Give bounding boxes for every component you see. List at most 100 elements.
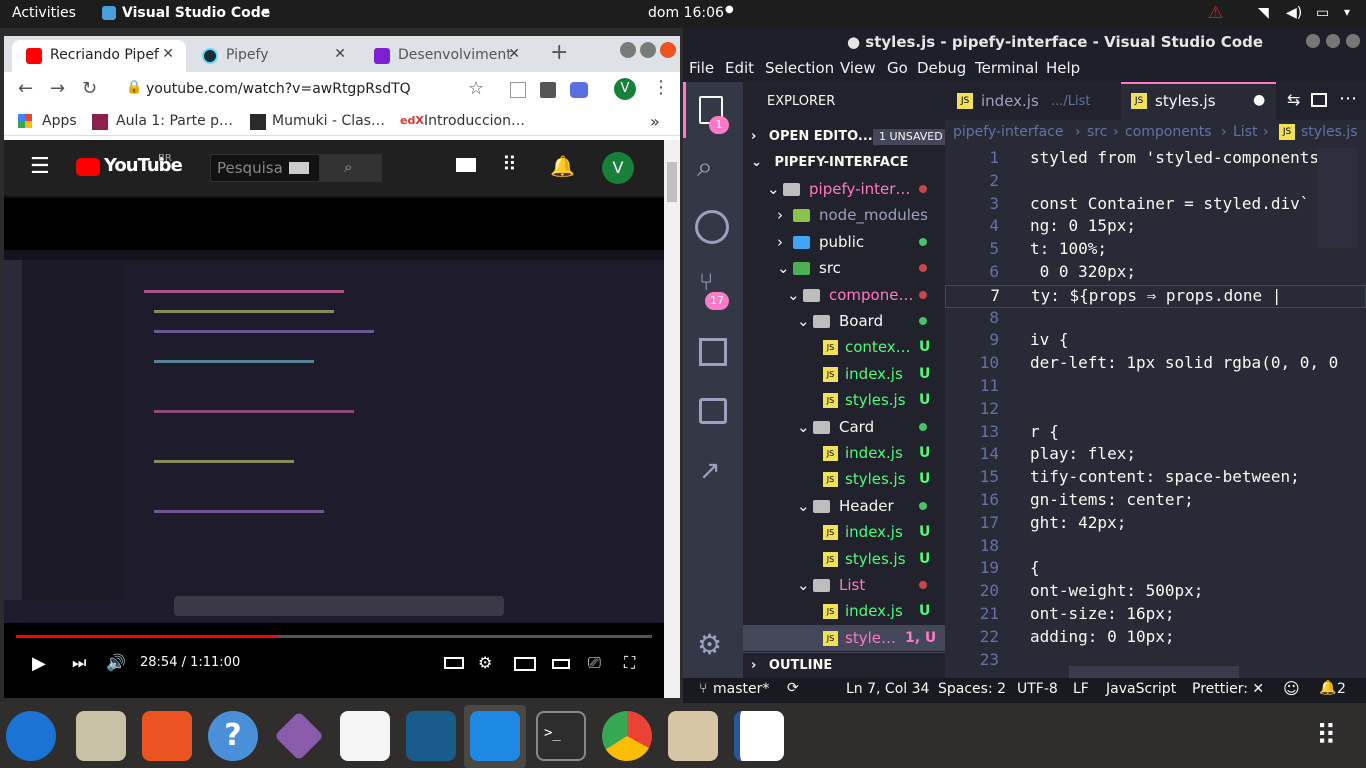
youtube-search-input[interactable]: Pesquisa <box>210 154 320 182</box>
code-line[interactable]: 1 styled from 'styled-components <box>945 148 1366 171</box>
indentation[interactable]: Spaces: 2 <box>938 681 1006 697</box>
explorer-item[interactable]: JS styles.js U <box>743 546 945 572</box>
code-line[interactable]: 4 ng: 0 15px; <box>945 216 1366 239</box>
settings-icon[interactable]: ⚙ <box>478 653 492 672</box>
more-actions-icon[interactable]: ⋯ <box>1339 88 1357 109</box>
mysql-workbench-icon[interactable] <box>406 711 456 761</box>
compare-changes-icon[interactable]: ⇆ <box>1287 90 1300 109</box>
youtube-logo-icon[interactable] <box>76 158 100 176</box>
bookmark-introduccion[interactable]: Introduccion… <box>424 113 525 129</box>
shield-extension-icon[interactable] <box>540 82 556 98</box>
code-line[interactable]: 13 r { <box>945 422 1366 445</box>
code-line[interactable]: 16 gn-items: center; <box>945 490 1366 513</box>
create-video-icon[interactable] <box>456 158 476 172</box>
chevron-down-icon[interactable]: ⌄ <box>787 282 800 308</box>
theater-mode-icon[interactable] <box>552 659 570 669</box>
zoom-extension-icon[interactable] <box>570 82 588 98</box>
chevron-down-icon[interactable]: ⌄ <box>797 493 810 519</box>
breadcrumb-item[interactable]: List <box>1233 124 1257 140</box>
split-editor-icon[interactable] <box>1311 93 1327 107</box>
new-tab-icon[interactable]: + <box>550 40 568 65</box>
explorer-item[interactable]: JS style… 1, U <box>743 624 945 651</box>
code-line[interactable]: 19 { <box>945 558 1366 581</box>
end-of-line[interactable]: LF <box>1073 681 1089 697</box>
chevron-down-icon[interactable]: ⌄ <box>777 255 790 281</box>
code-line[interactable]: 20 ont-weight: 500px; <box>945 581 1366 604</box>
code-line[interactable]: 9 iv { <box>945 330 1366 353</box>
tab-styles-js[interactable]: JS styles.js ● <box>1121 82 1276 120</box>
software-center-icon[interactable] <box>142 711 192 761</box>
menu-view[interactable]: View <box>840 59 876 77</box>
volume-icon[interactable]: 🔊 <box>106 653 126 672</box>
chrome-profile-avatar[interactable]: V <box>614 78 636 100</box>
live-share-icon[interactable]: ↗ <box>699 456 721 486</box>
explorer-item[interactable]: JS styles.js U <box>743 466 945 492</box>
clock[interactable]: dom 16:06 <box>648 5 724 21</box>
close-window-icon[interactable] <box>1346 34 1360 48</box>
language-mode[interactable]: JavaScript <box>1106 681 1176 697</box>
code-line[interactable]: 22 adding: 0 10px; <box>945 627 1366 650</box>
wifi-icon[interactable]: ◥ <box>1258 5 1269 21</box>
remote-explorer-icon[interactable] <box>699 398 727 424</box>
chevron-down-icon[interactable]: ⌄ <box>797 308 810 334</box>
notifications-bell-icon[interactable]: 🔔 <box>550 154 575 178</box>
app-menu[interactable]: Visual Studio Code <box>122 5 270 21</box>
explorer-item[interactable]: ⌄ Header <box>743 493 945 519</box>
close-icon[interactable]: ✕ <box>334 46 346 62</box>
explorer-item[interactable]: JS index.js U <box>743 598 945 624</box>
code-line[interactable]: 11 <box>945 376 1366 399</box>
code-area[interactable]: 1 styled from 'styled-components 2 3 const C… <box>945 148 1366 678</box>
explorer-item[interactable]: ⌄ Board <box>743 308 945 334</box>
chrome-tab-youtube[interactable]: Recriando Pipef ✕ <box>12 40 186 72</box>
code-line[interactable]: 15 tify-content: space-between; <box>945 467 1366 490</box>
search-icon[interactable]: ⌕ <box>697 150 713 184</box>
libreoffice-writer-icon[interactable] <box>734 711 784 761</box>
code-line[interactable]: 3 const Container = styled.div` <box>945 194 1366 217</box>
back-arrow-icon[interactable]: ← <box>18 78 33 99</box>
more-menu-icon[interactable]: ⋮ <box>652 77 670 98</box>
explorer-item[interactable]: JS styles.js U <box>743 387 945 413</box>
page-scrollbar[interactable] <box>664 140 680 698</box>
cursor-position[interactable]: Ln 7, Col 34 <box>846 681 929 697</box>
breadcrumb-item[interactable]: components <box>1125 124 1212 140</box>
close-window-icon[interactable] <box>660 42 676 58</box>
minimize-icon[interactable] <box>620 42 636 58</box>
explorer-item[interactable]: ⌄ List <box>743 572 945 598</box>
fullscreen-icon[interactable]: ⛶ <box>624 653 635 673</box>
extensions-icon[interactable] <box>699 338 727 366</box>
code-line[interactable]: 2 <box>945 171 1366 194</box>
breadcrumb-item[interactable]: styles.js <box>1301 124 1358 140</box>
text-editor-icon[interactable] <box>340 711 390 761</box>
code-line[interactable]: 5 t: 100%; <box>945 239 1366 262</box>
chrome-tab-pipefy[interactable]: Pipefy ✕ <box>188 40 358 72</box>
menu-file[interactable]: File <box>689 59 714 77</box>
feedback-smiley-icon[interactable]: ☺ <box>1283 679 1300 698</box>
code-line[interactable]: 6 0 0 320px; <box>945 262 1366 285</box>
encoding[interactable]: UTF-8 <box>1017 681 1058 697</box>
video-player[interactable]: ▶ ⏭ 🔊 28:54 / 1:11:00 ⚙ ⎚ ⛶ <box>4 198 664 698</box>
minimize-icon[interactable] <box>1306 34 1320 48</box>
menu-edit[interactable]: Edit <box>725 59 754 77</box>
chevron-down-icon[interactable]: ⌄ <box>797 572 810 598</box>
warning-icon[interactable]: ⚠ <box>1208 3 1223 23</box>
cast-icon[interactable]: ⎚ <box>588 653 601 673</box>
bookmark-aula[interactable]: Aula 1: Parte p… <box>116 113 233 129</box>
bookmark-mumuki[interactable]: Mumuki - Clas… <box>272 113 385 129</box>
chevron-down-icon[interactable]: ⌄ <box>767 176 780 202</box>
breadcrumb-item[interactable]: pipefy-interface <box>953 124 1064 140</box>
rhythmbox-icon[interactable] <box>76 711 126 761</box>
bookmark-apps[interactable]: Apps <box>42 113 77 129</box>
code-line[interactable]: 18 <box>945 536 1366 559</box>
maximize-icon[interactable] <box>1326 34 1340 48</box>
files-archive-icon[interactable] <box>668 711 718 761</box>
open-editors-section[interactable]: › OPEN EDITO... 1 UNSAVED <box>743 124 945 150</box>
code-line[interactable]: 10 der-left: 1px solid rgba(0, 0, 0 <box>945 353 1366 376</box>
scrollbar-thumb[interactable] <box>667 162 677 202</box>
explorer-item[interactable]: › public <box>743 229 945 255</box>
activities-button[interactable]: Activities <box>12 5 76 21</box>
thunderbird-icon[interactable] <box>6 711 56 761</box>
code-line[interactable]: 12 <box>945 399 1366 422</box>
maximize-icon[interactable] <box>640 42 656 58</box>
minimap[interactable] <box>1317 148 1357 248</box>
terminal-icon[interactable]: >_ <box>536 711 586 761</box>
